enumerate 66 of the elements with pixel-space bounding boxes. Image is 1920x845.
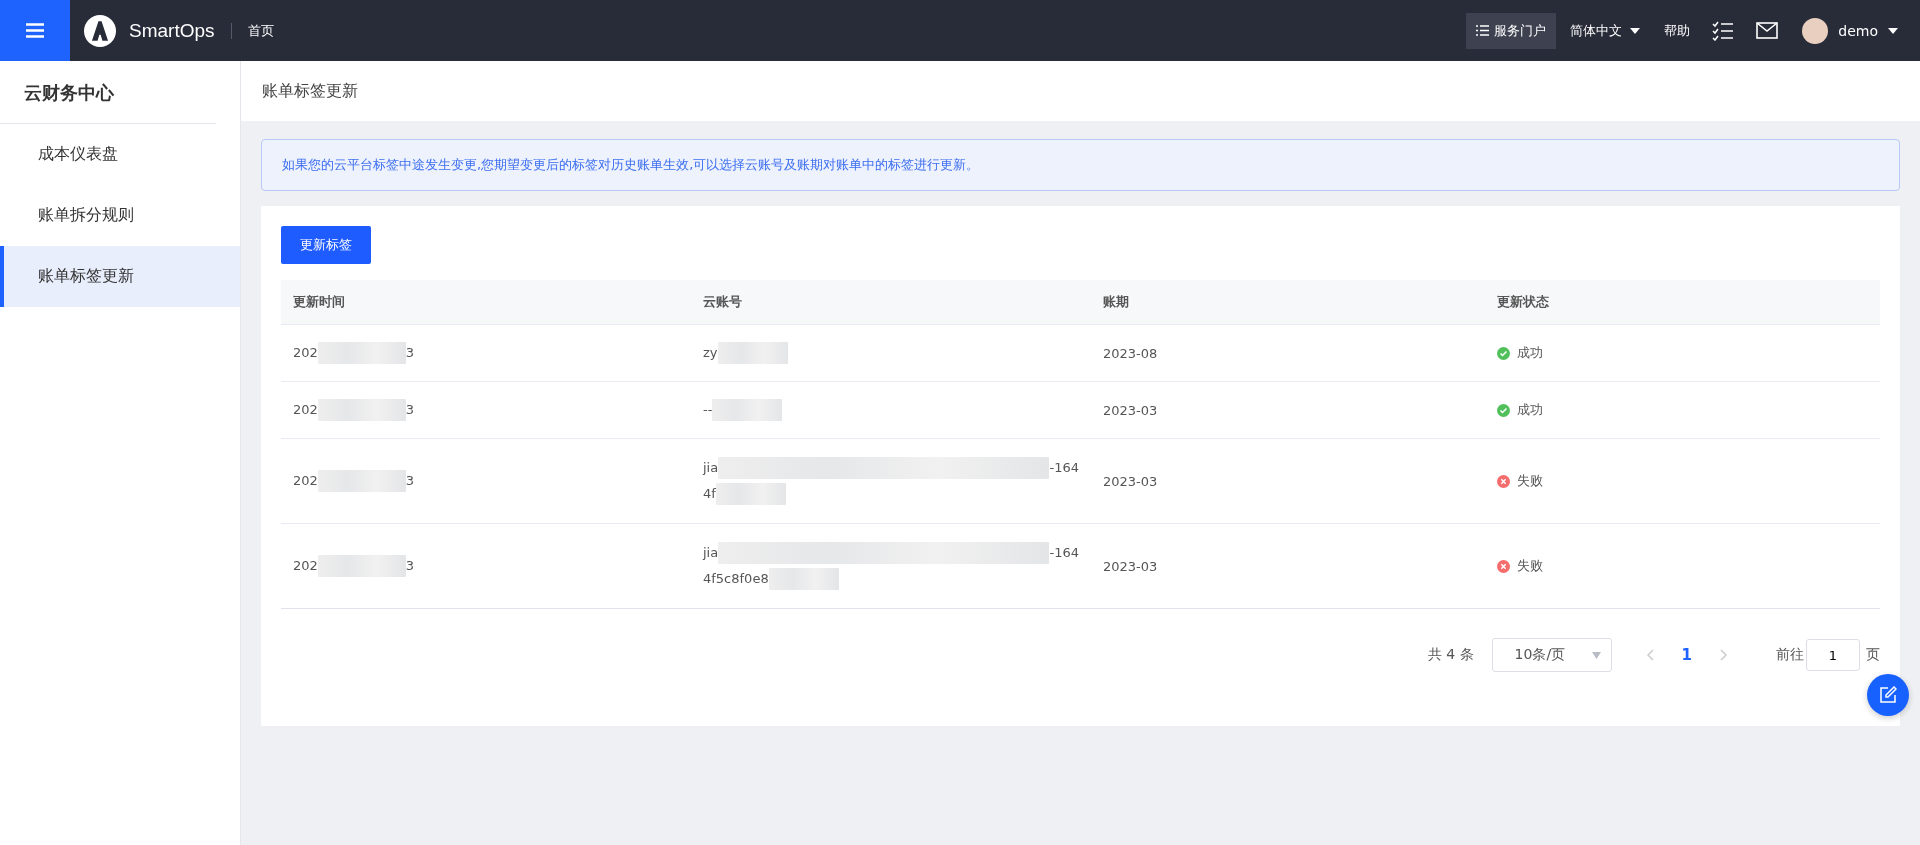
table-cell: 2023-08 xyxy=(1091,324,1485,382)
goto-label: 前往 xyxy=(1776,646,1804,664)
mail-icon[interactable] xyxy=(1756,22,1779,39)
status-text: 成功 xyxy=(1517,401,1543,419)
update-tags-button[interactable]: 更新标签 xyxy=(281,226,371,264)
table-cell-text: 202 xyxy=(293,344,318,362)
error-circle-icon xyxy=(1497,559,1510,573)
status-text: 失败 xyxy=(1517,557,1543,575)
total-count: 共 4 条 xyxy=(1427,646,1474,664)
table-cell-text: jia xyxy=(703,459,719,477)
table-cell-text: 4f5c8f0e8 xyxy=(703,570,769,588)
table-cell-text: zy xyxy=(703,344,718,362)
table-cell: 2023-03 xyxy=(1091,438,1485,524)
info-alert: 如果您的云平台标签中途发生变更,您期望变更后的标签对历史账单生效,可以选择云账号及账期对账单中的标签进行更新。 xyxy=(261,139,1900,191)
table-cell-text: 3 xyxy=(405,472,415,490)
page-size-select[interactable]: 10条/页 xyxy=(1491,638,1612,672)
blurred-region xyxy=(715,483,786,505)
help-link[interactable]: 帮助 xyxy=(1664,21,1691,40)
page-number[interactable]: 1 xyxy=(1681,646,1692,664)
table-cell-text: -- xyxy=(703,401,713,419)
table-cell: 2023-03 xyxy=(1091,381,1485,439)
sidebar-item[interactable]: 账单标签更新 xyxy=(0,246,240,307)
list-icon xyxy=(1476,25,1490,36)
sidebar-title: 云财务中心 xyxy=(0,61,216,124)
table-cell-text: 3 xyxy=(405,401,415,419)
portal-button[interactable]: 服务门户 xyxy=(1466,12,1557,49)
blurred-region xyxy=(768,568,839,590)
column-header: 更新时间 xyxy=(281,280,691,325)
checklist-icon[interactable] xyxy=(1712,20,1735,41)
blurred-region xyxy=(717,342,788,364)
check-circle-icon xyxy=(1497,403,1510,417)
user-name[interactable]: demo xyxy=(1838,22,1878,39)
sidebar-item[interactable]: 账单拆分规则 xyxy=(0,185,240,246)
page-suffix: 页 xyxy=(1866,646,1880,664)
column-header: 云账号 xyxy=(691,280,1091,325)
table-cell-text: 202 xyxy=(293,401,318,419)
table-cell: 2023-03 xyxy=(1091,523,1485,609)
table-cell-text: -164 xyxy=(1049,544,1079,562)
page-title: 账单标签更新 xyxy=(241,61,1920,121)
table-cell-text: jia xyxy=(703,544,719,562)
avatar[interactable] xyxy=(1802,17,1829,44)
table-cell-text: 4f xyxy=(703,485,716,503)
caret-icon xyxy=(1591,651,1601,659)
page-input[interactable]: 1 xyxy=(1806,639,1860,671)
menu-button[interactable] xyxy=(0,0,70,61)
table-cell-text: 3 xyxy=(405,344,415,362)
caret-icon[interactable] xyxy=(1888,27,1898,34)
column-header: 更新状态 xyxy=(1485,280,1880,325)
table-cell-text: -164 xyxy=(1049,459,1079,477)
menu-icon xyxy=(26,23,44,38)
error-circle-icon xyxy=(1497,474,1510,488)
table-cell-text: 202 xyxy=(293,472,318,490)
language-dropdown[interactable]: 简体中文 xyxy=(1570,21,1641,40)
check-circle-icon xyxy=(1497,346,1510,360)
edit-icon xyxy=(1879,686,1897,704)
column-header: 账期 xyxy=(1091,280,1485,325)
sidebar-item[interactable]: 成本仪表盘 xyxy=(0,124,240,185)
brand-name: SmartOps xyxy=(129,19,215,42)
logo-icon xyxy=(84,14,116,47)
home-link[interactable]: 首页 xyxy=(247,21,274,40)
caret-icon xyxy=(1630,27,1641,34)
status-text: 失败 xyxy=(1517,472,1543,490)
table-cell-text: 3 xyxy=(405,557,415,575)
table-cell-text: 202 xyxy=(293,557,318,575)
blurred-region xyxy=(712,399,783,421)
status-text: 成功 xyxy=(1517,344,1543,362)
